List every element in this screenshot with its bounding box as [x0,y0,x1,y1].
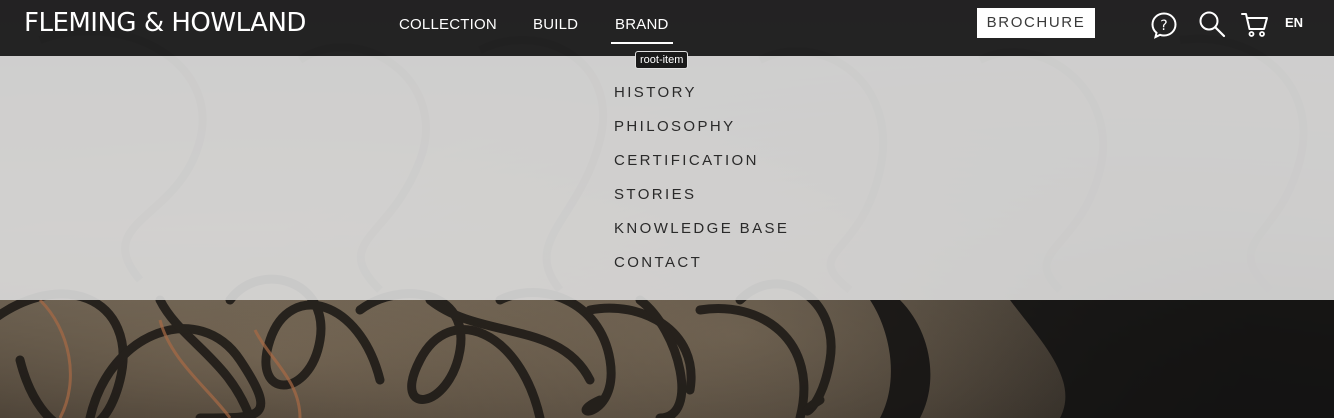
brand-dropdown-menu: HISTORY PHILOSOPHY CERTIFICATION STORIES… [0,56,1334,300]
language-selector[interactable]: EN [1285,15,1303,30]
dropdown-list: HISTORY PHILOSOPHY CERTIFICATION STORIES… [614,84,789,288]
search-icon[interactable] [1198,10,1226,43]
dropdown-item-philosophy[interactable]: PHILOSOPHY [614,118,789,152]
dropdown-item-knowledge-base[interactable]: KNOWLEDGE BASE [614,220,789,254]
brochure-button[interactable]: BROCHURE [977,8,1095,38]
help-icon[interactable]: ? [1150,11,1178,44]
dropdown-item-certification[interactable]: CERTIFICATION [614,152,789,186]
nav-item-brand[interactable]: BRAND [611,16,672,44]
svg-text:?: ? [1160,18,1167,34]
tooltip: root-item [635,51,689,69]
cart-icon[interactable] [1241,11,1269,44]
nav-item-collection[interactable]: COLLECTION [399,16,497,33]
top-navigation-bar: FLEMING & HOWLAND COLLECTION BUILD BRAND… [0,0,1334,56]
dropdown-item-contact[interactable]: CONTACT [614,254,789,288]
dropdown-item-stories[interactable]: STORIES [614,186,789,220]
brand-logo[interactable]: FLEMING & HOWLAND [24,8,306,38]
page: FLEMING & HOWLAND COLLECTION BUILD BRAND… [0,0,1334,418]
dropdown-item-history[interactable]: HISTORY [614,84,789,118]
nav-item-build[interactable]: BUILD [533,16,578,33]
